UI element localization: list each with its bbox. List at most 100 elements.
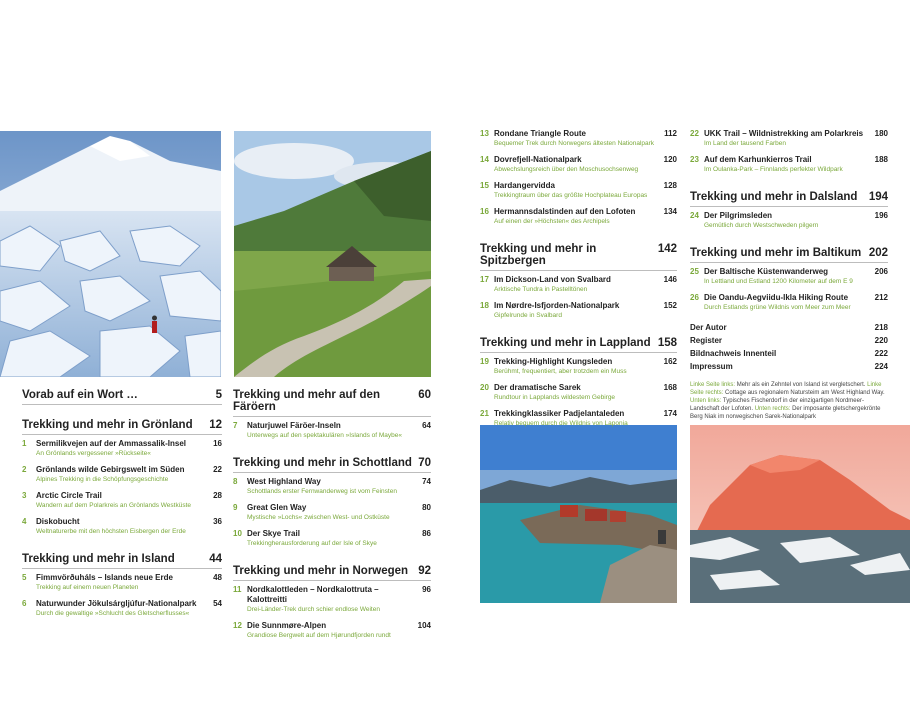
toc-entry[interactable]: 12 Die Sunnmøre-Alpen 104 Grandiose Bergwel… <box>233 621 431 640</box>
toc-entry[interactable]: 5 Fimmvörðuháls – Islands neue Erde 48 Trek… <box>22 573 222 592</box>
toc-entry[interactable]: 26 Die Oandu-Aegviidu-Ikla Hiking Route 21… <box>690 293 888 312</box>
entry-number: 15 <box>480 181 489 190</box>
entry-page: 188 <box>874 155 888 164</box>
entry-subtitle: Abwechslungsreich über den Moschusochsen… <box>494 166 639 173</box>
entry-number: 18 <box>480 301 489 310</box>
entry-subtitle: Auf einen der »Höchsten« des Archipels <box>494 218 610 225</box>
toc-entry[interactable]: 1 Sermilikvejen auf der Ammassalik-Insel 1… <box>22 439 222 458</box>
entry-title: Trekkingklassiker Padjelantaleden <box>494 409 625 418</box>
section-title: Trekking und mehr in Schottland <box>233 457 412 469</box>
caption-text: Mehr als ein Zehntel von Island ist verg… <box>735 382 866 388</box>
toc-entry[interactable]: 9 Great Glen Way 80 Mystische »Lochs« zwisc… <box>233 503 431 522</box>
entry-number: 20 <box>480 383 489 392</box>
section-heading[interactable]: Trekking und mehr in Lappland 158 <box>480 337 677 353</box>
toc-entry[interactable]: 24 Der Pilgrimsleden 196 Gemütlich durch We… <box>690 211 888 230</box>
extras-list: Der Autor 218 Register 220 Bildnachweis Inne… <box>690 321 888 373</box>
entry-subtitle: Berühmt, frequentiert, aber trotzdem ein… <box>494 368 627 375</box>
entry-title: West Highland Way <box>247 477 321 486</box>
entry-number: 16 <box>480 207 489 216</box>
entry-subtitle: Bequemer Trek durch Norwegens ältesten N… <box>494 140 655 147</box>
toc-entry[interactable]: 20 Der dramatische Sarek 168 Rundtour in La… <box>480 383 677 402</box>
entry-page: 212 <box>874 293 888 302</box>
intro-heading[interactable]: Vorab auf ein Wort … 5 <box>22 389 222 405</box>
entry-number: 9 <box>233 503 238 512</box>
toc-entry[interactable]: 7 Naturjuwel Färöer-Inseln 64 Unterwegs auf… <box>233 421 431 440</box>
section-heading[interactable]: Trekking und mehr auf den Färöern 60 <box>233 389 431 417</box>
entry-number: 4 <box>22 517 27 526</box>
toc-entry[interactable]: 14 Dovrefjell-Nationalpark 120 Abwechslungs… <box>480 155 677 174</box>
entry-page: 36 <box>213 517 222 526</box>
caption-text: Cottage aus regionalem Natursteim am Wes… <box>723 390 885 396</box>
toc-entry[interactable]: 22 UKK Trail – Wildnistrekking am Polarkr… <box>690 129 888 148</box>
entry-page: 162 <box>663 357 677 366</box>
entry-subtitle: Drei-Länder-Trek durch schier endlose We… <box>247 606 380 613</box>
toc-entry[interactable]: 10 Der Skye Trail 86 Trekkingherausforderun… <box>233 529 431 548</box>
caption-label: Linke Seite links: <box>690 382 736 388</box>
extras-item[interactable]: Der Autor 218 <box>690 321 888 334</box>
section-title: Trekking und mehr im Baltikum <box>690 247 862 259</box>
section-heading[interactable]: Trekking und mehr in Schottland 70 <box>233 457 431 473</box>
section-heading[interactable]: Trekking und mehr in Norwegen 92 <box>233 565 431 581</box>
entry-title: Der Baltische Küstenwanderweg <box>704 267 829 276</box>
entry-page: 112 <box>664 129 677 138</box>
entry-subtitle: Trekkingherausforderung auf der Isle of … <box>247 540 377 547</box>
toc-entry[interactable]: 21 Trekkingklassiker Padjelantaleden 174 Re… <box>480 409 677 428</box>
section-title: Trekking und mehr in Dalsland <box>690 191 858 203</box>
entry-page: 120 <box>663 155 677 164</box>
toc-entry[interactable]: 4 Diskobucht 36 Weltnaturerbe mit den höchs… <box>22 517 222 536</box>
entry-number: 12 <box>233 621 242 630</box>
toc-entry[interactable]: 6 Naturwunder Jökulsárgljúfur-Nationalpar… <box>22 599 222 618</box>
entry-number: 2 <box>22 465 27 474</box>
extras-item[interactable]: Impressum 224 <box>690 360 888 373</box>
toc-column-2: Trekking und mehr auf den Färöern 60 7 Natu… <box>233 389 431 647</box>
entry-title: Hardangervidda <box>494 181 555 190</box>
entry-title: Fimmvörðuháls – Islands neue Erde <box>36 573 173 582</box>
toc-entry[interactable]: 15 Hardangervidda 128 Trekkingtraum über da… <box>480 181 677 200</box>
entry-subtitle: Trekking auf einem neuen Planeten <box>36 584 139 591</box>
section-title: Trekking und mehr in Grönland <box>22 419 193 431</box>
toc-entry[interactable]: 8 West Highland Way 74 Schottlands erster F… <box>233 477 431 496</box>
entry-title: Der Pilgrimsleden <box>704 211 773 220</box>
entry-number: 11 <box>233 585 242 594</box>
toc-entry[interactable]: 2 Grönlands wilde Gebirgswelt im Süden 22 A… <box>22 465 222 484</box>
entry-page: 96 <box>422 585 431 594</box>
entry-title: Die Oandu-Aegviidu-Ikla Hiking Route <box>704 293 849 302</box>
toc-entry[interactable]: 25 Der Baltische Küstenwanderweg 206 In Let… <box>690 267 888 286</box>
toc-entry[interactable]: 17 Im Dickson-Land von Svalbard 146 Arktisc… <box>480 275 677 294</box>
extras-title: Impressum <box>690 362 733 371</box>
entry-page: 48 <box>213 573 222 582</box>
entry-number: 21 <box>480 409 489 418</box>
caption-label: Unten rechts: <box>754 406 791 412</box>
toc-entry[interactable]: 11 Nordkalottleden – Nordkalottruta – Kal… <box>233 585 431 614</box>
section-heading[interactable]: Trekking und mehr in Grönland 12 <box>22 419 222 435</box>
extras-page: 220 <box>874 336 888 345</box>
section-page: 5 <box>215 389 222 401</box>
entry-number: 22 <box>690 129 699 138</box>
toc-entry[interactable]: 18 Im Nørdre-Isfjorden-Nationalpark 152 Gip… <box>480 301 677 320</box>
toc-entry[interactable]: 3 Arctic Circle Trail 28 Wandern auf dem Po… <box>22 491 222 510</box>
toc-entry[interactable]: 16 Hermannsdalstinden auf den Lofoten 134 A… <box>480 207 677 226</box>
entry-number: 6 <box>22 599 27 608</box>
section-heading[interactable]: Trekking und mehr in Spitzbergen 142 <box>480 243 677 271</box>
entry-page: 134 <box>663 207 677 216</box>
entry-title: Dovrefjell-Nationalpark <box>494 155 582 164</box>
section-heading[interactable]: Trekking und mehr in Island 44 <box>22 553 222 569</box>
entry-title: Auf dem Karhunkierros Trail <box>704 155 812 164</box>
extras-item[interactable]: Register 220 <box>690 334 888 347</box>
entry-title: Nordkalottleden – Nordkalottruta – Kalot… <box>247 585 379 604</box>
entry-title: Sermilikvejen auf der Ammassalik-Insel <box>36 439 186 448</box>
section-heading[interactable]: Trekking und mehr im Baltikum 202 <box>690 247 888 263</box>
extras-page: 224 <box>874 362 888 371</box>
section-page: 202 <box>868 247 888 259</box>
entry-title: Trekking-Highlight Kungsleden <box>494 357 613 366</box>
extras-item[interactable]: Bildnachweis Innenteil 222 <box>690 347 888 360</box>
toc-entry[interactable]: 19 Trekking-Highlight Kungsleden 162 Berühm… <box>480 357 677 376</box>
entry-subtitle: Wandern auf dem Polarkreis an Grönlands … <box>36 502 191 509</box>
section-heading[interactable]: Trekking und mehr in Dalsland 194 <box>690 191 888 207</box>
entry-title: Grönlands wilde Gebirgswelt im Süden <box>36 465 185 474</box>
toc-entry[interactable]: 23 Auf dem Karhunkierros Trail 188 Im Oulan… <box>690 155 888 174</box>
entry-page: 80 <box>422 503 431 512</box>
toc-entry[interactable]: 13 Rondane Triangle Route 112 Bequemer Trek… <box>480 129 677 148</box>
entry-page: 152 <box>663 301 677 310</box>
entry-subtitle: Gemütlich durch Westschweden pilgern <box>704 222 819 229</box>
